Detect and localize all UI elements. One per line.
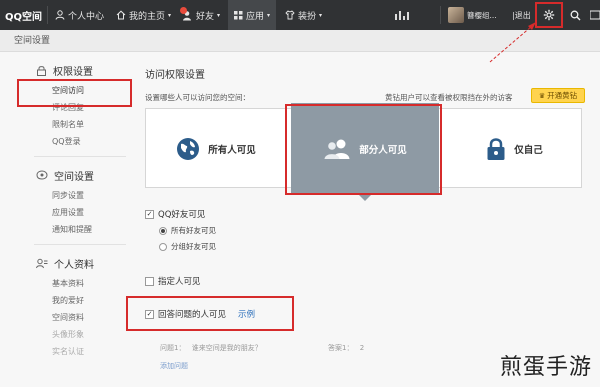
friends-menu[interactable]: 好友 ▾	[180, 0, 221, 30]
apps-menu[interactable]: 应用 ▾	[228, 0, 277, 30]
option-only-me[interactable]: 仅自己	[446, 109, 583, 189]
apps-label: 应用	[246, 11, 265, 22]
section-title: 权限设置	[53, 66, 93, 78]
lock-icon	[37, 65, 46, 76]
chevron-down-icon: ▾	[267, 11, 271, 19]
dressup-menu[interactable]: 装扮 ▾	[285, 0, 322, 30]
qq-friends-label: QQ好友可见	[158, 210, 206, 220]
home-icon	[116, 10, 126, 20]
sidebar-divider	[34, 244, 126, 245]
specific-people-option[interactable]: 指定人可见	[145, 275, 201, 287]
person-icon	[55, 10, 65, 20]
section-title: 空间设置	[54, 171, 94, 183]
add-question-link[interactable]: 添加问题	[160, 361, 188, 371]
section-heading: 访问权限设置	[145, 70, 205, 81]
gear-icon	[543, 9, 555, 21]
group-friends-radio[interactable]: 分组好友可见	[159, 241, 216, 252]
topbar-divider	[440, 6, 441, 24]
lock-icon	[487, 138, 505, 160]
my-homepage-label: 我的主页	[129, 11, 166, 22]
arrow-annotation	[489, 22, 536, 63]
sidebar-section-space-settings: 空间设置	[14, 163, 136, 187]
qq-friends-option[interactable]: ✓ QQ好友可见	[145, 208, 205, 220]
highlight-some-people	[285, 104, 442, 195]
grid-icon	[234, 10, 243, 19]
answer-row: 答案1： 2	[328, 343, 364, 353]
crown-icon: ♛	[538, 91, 546, 100]
personal-center-label: 个人中心	[68, 11, 105, 22]
sidebar-item-sync-settings[interactable]: 同步设置	[14, 187, 136, 204]
qzone-logo[interactable]: QQ空间	[5, 0, 42, 30]
menu-icon	[590, 10, 600, 20]
sidebar-item-basic-info[interactable]: 基本资料	[14, 275, 136, 292]
group-friends-label: 分组好友可见	[171, 242, 216, 251]
all-friends-label: 所有好友可见	[171, 226, 216, 235]
option-everyone[interactable]: 所有人可见	[146, 109, 286, 189]
avatar[interactable]	[448, 7, 464, 23]
personal-center-link[interactable]: 个人中心	[55, 0, 104, 30]
all-friends-radio[interactable]: 所有好友可见	[159, 225, 216, 236]
friends-icon	[180, 6, 193, 21]
sidebar-item-qq-login[interactable]: QQ登录	[14, 133, 136, 150]
question-row: 问题1： 谁来空间是我的朋友？	[160, 343, 262, 353]
open-vip-label: 开通黄钻	[547, 91, 578, 100]
sidebar-item-notifications[interactable]: 通知和提醒	[14, 221, 136, 238]
sidebar-divider	[34, 156, 126, 157]
sidebar-section-profile: 个人资料	[14, 251, 136, 275]
option-label: 所有人可见	[208, 145, 256, 156]
bar-chart-icon	[395, 10, 409, 20]
notification-dot	[180, 6, 187, 14]
globe-icon	[177, 138, 200, 160]
more-button[interactable]	[590, 0, 600, 30]
my-homepage-menu[interactable]: 我的主页 ▾	[116, 0, 171, 30]
checkbox-unchecked-icon[interactable]	[145, 276, 154, 286]
question-label: 问题1：	[160, 344, 186, 352]
sidebar-item-space-profile[interactable]: 空间资料	[14, 309, 136, 326]
answer-label: 答案1：	[328, 344, 354, 352]
chevron-down-icon: ▾	[319, 11, 323, 19]
topbar-divider	[47, 6, 48, 24]
radio-unselected-icon[interactable]	[159, 242, 167, 251]
stats-button[interactable]	[395, 0, 409, 30]
checkbox-checked-icon[interactable]: ✓	[145, 209, 154, 219]
radio-selected-icon[interactable]	[159, 226, 167, 235]
open-vip-button[interactable]: ♛ 开通黄钻	[531, 88, 585, 103]
chevron-down-icon: ▾	[168, 11, 172, 19]
profile-icon	[36, 258, 48, 268]
option-label: 仅自己	[514, 145, 543, 156]
search-button[interactable]	[570, 0, 581, 30]
highlight-answer-question	[126, 296, 294, 331]
sidebar-item-hobbies[interactable]: 我的爱好	[14, 292, 136, 309]
specific-people-label: 指定人可见	[158, 277, 201, 287]
settings-icon	[36, 170, 48, 180]
question-text: 谁来空间是我的朋友？	[191, 344, 262, 352]
section-title: 个人资料	[54, 259, 94, 271]
access-description: 设置哪些人可以访问您的空间：	[145, 93, 250, 102]
chevron-down-icon: ▾	[217, 11, 221, 19]
shirt-icon	[285, 10, 295, 20]
sidebar-item-avatar[interactable]: 头像形象	[14, 326, 136, 343]
dressup-label: 装扮	[298, 11, 317, 22]
friends-label: 好友	[196, 11, 215, 22]
sidebar-item-block-list[interactable]: 限制名单	[14, 116, 136, 133]
search-icon	[570, 10, 581, 20]
vip-note: 黄钻用户可以查看被权限挡在外的访客	[385, 93, 513, 102]
answer-text: 2	[359, 344, 365, 352]
sidebar-item-verification[interactable]: 实名认证	[14, 343, 136, 360]
highlight-space-access	[17, 79, 132, 107]
watermark: 煎蛋手游	[499, 355, 592, 380]
sidebar-item-app-settings[interactable]: 应用设置	[14, 204, 136, 221]
